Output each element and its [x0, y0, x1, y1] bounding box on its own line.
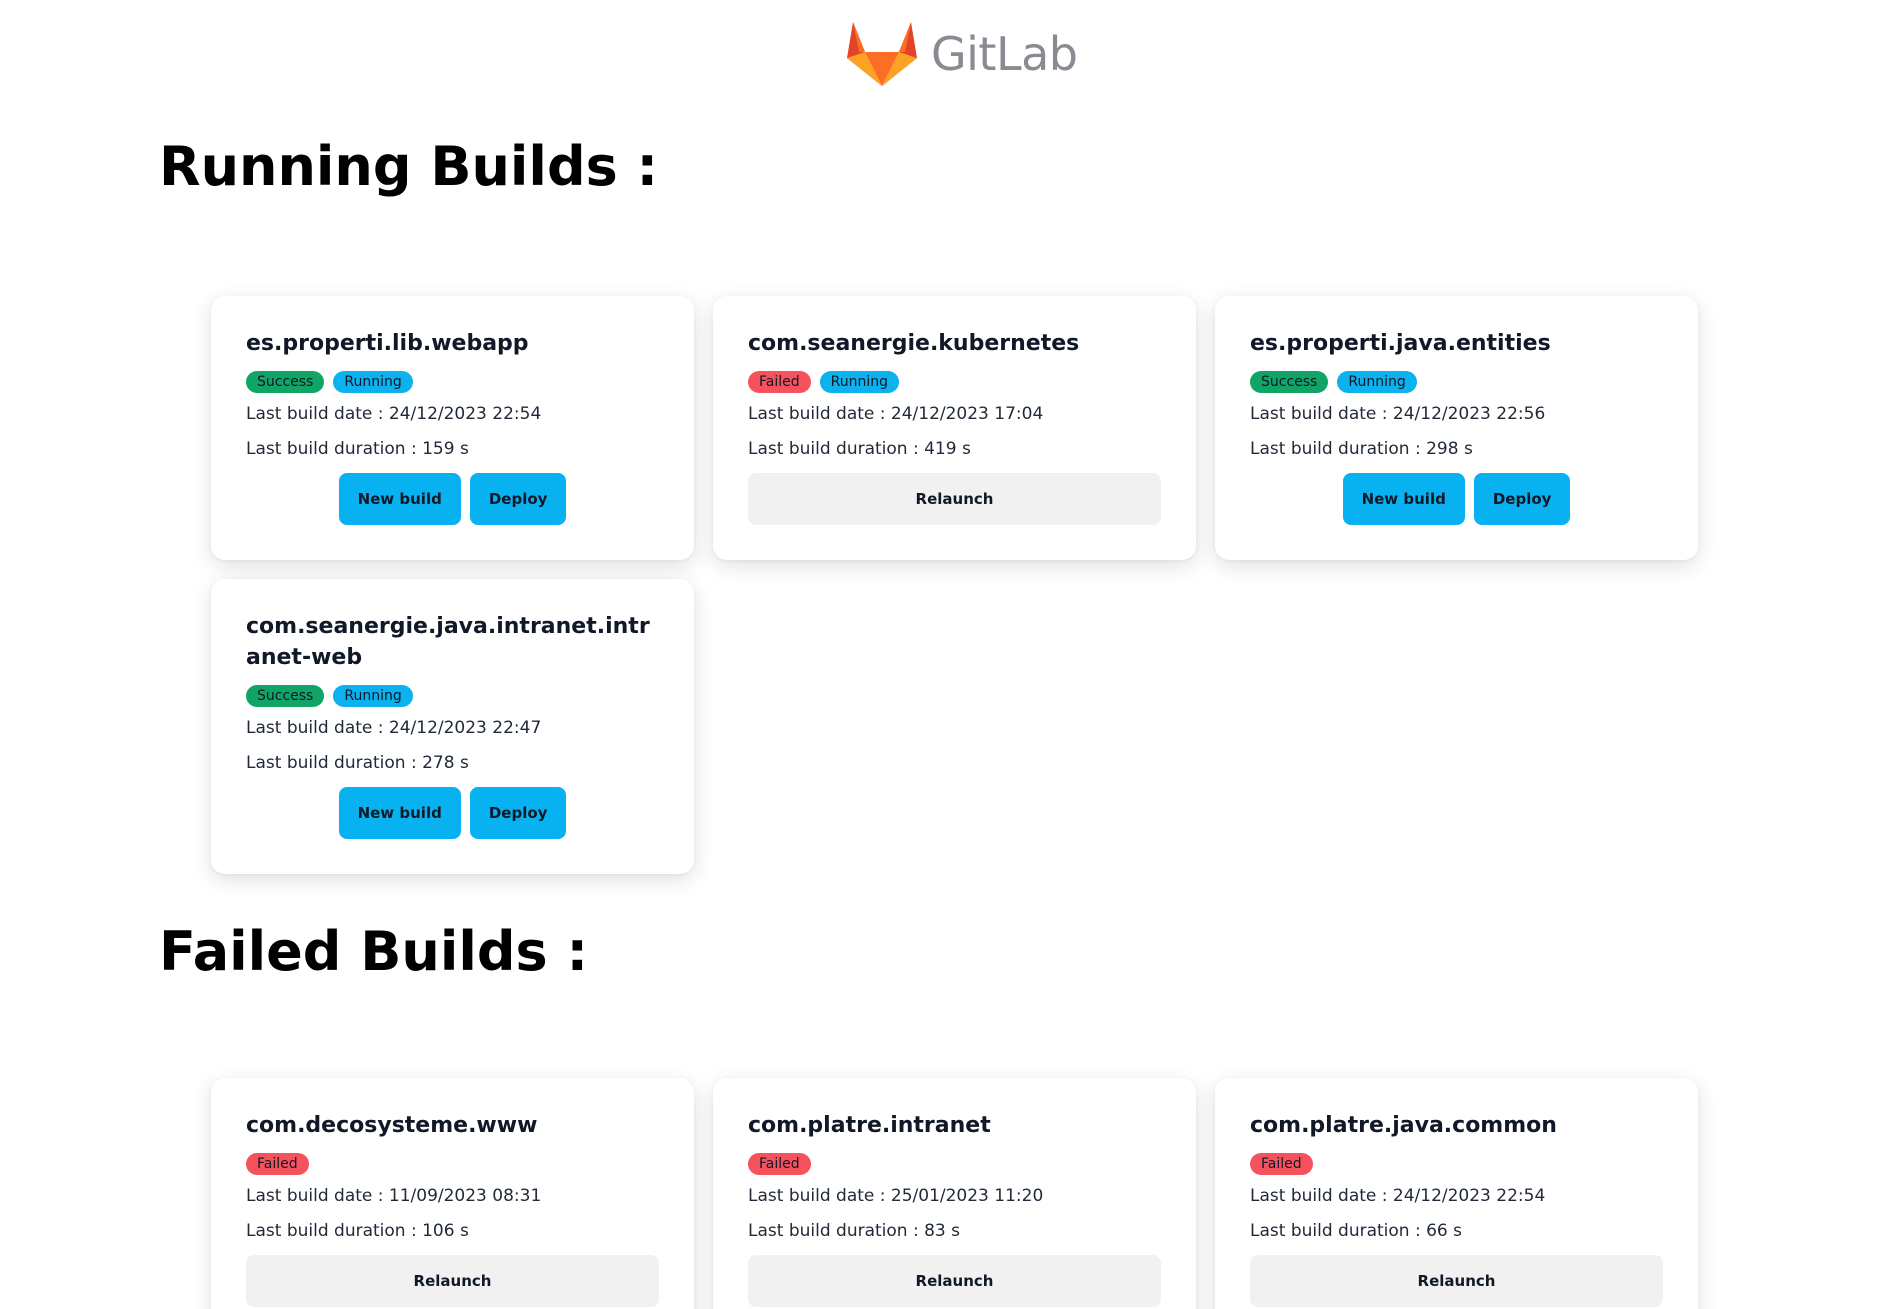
build-name: com.platre.intranet [748, 1113, 991, 1138]
build-name: com.platre.java.common [1250, 1113, 1557, 1138]
build-card: com.platre.java.common Failed Last build… [1215, 1078, 1698, 1309]
status-badges: Success Running [246, 371, 659, 393]
last-build-date: Last build date : 24/12/2023 17:04 [748, 404, 1044, 424]
new-build-button[interactable]: New build [338, 787, 461, 839]
last-build-duration: Last build duration : 106 s [246, 1221, 469, 1241]
last-build-date: Last build date : 24/12/2023 22:56 [1250, 404, 1546, 424]
new-build-button[interactable]: New build [1342, 473, 1465, 525]
failed-badge: Failed [1250, 1153, 1313, 1175]
card-actions: New build Deploy [246, 787, 659, 839]
running-badge: Running [333, 371, 413, 393]
relaunch-button[interactable]: Relaunch [748, 473, 1161, 525]
relaunch-button[interactable]: Relaunch [748, 1255, 1161, 1307]
gitlab-logo[interactable]: GitLab [843, 18, 1078, 88]
running-badge: Running [819, 371, 900, 393]
build-card: es.properti.java.entities Success Runnin… [1215, 296, 1698, 560]
success-badge: Success [1250, 371, 1329, 393]
status-badges: Failed [748, 1153, 1161, 1175]
gitlab-tanuki-icon [847, 22, 917, 86]
card-actions: New build Deploy [246, 473, 659, 525]
last-build-date: Last build date : 24/12/2023 22:54 [1250, 1186, 1546, 1206]
deploy-button[interactable]: Deploy [469, 787, 567, 839]
last-build-date: Last build date : 11/09/2023 08:31 [246, 1186, 542, 1206]
failed-badge: Failed [748, 1153, 811, 1175]
build-name: es.properti.java.entities [1250, 331, 1551, 356]
build-name: com.seanergie.kubernetes [748, 331, 1080, 356]
running-builds-title: Running Builds : [159, 135, 659, 198]
build-card: com.seanergie.kubernetes Failed Running … [713, 296, 1196, 560]
failed-builds-title: Failed Builds : [159, 920, 589, 983]
running-badge: Running [333, 685, 413, 707]
dashboard-page: GitLab Running Builds : es.properti.lib.… [0, 0, 1898, 1309]
last-build-date: Last build date : 25/01/2023 11:20 [748, 1186, 1044, 1206]
deploy-button[interactable]: Deploy [1473, 473, 1571, 525]
running-builds-grid: es.properti.lib.webapp Success Running L… [211, 296, 1698, 874]
status-badges: Failed [1250, 1153, 1663, 1175]
last-build-duration: Last build duration : 159 s [246, 439, 469, 459]
last-build-duration: Last build duration : 66 s [1250, 1221, 1462, 1241]
build-name: com.seanergie.java.intranet.intranet-web [246, 614, 650, 670]
status-badges: Success Running [1250, 371, 1663, 393]
card-actions: Relaunch [748, 473, 1161, 525]
card-actions: Relaunch [1250, 1255, 1663, 1307]
build-card: com.seanergie.java.intranet.intranet-web… [211, 579, 694, 874]
card-actions: Relaunch [748, 1255, 1161, 1307]
last-build-duration: Last build duration : 278 s [246, 753, 469, 773]
failed-badge: Failed [246, 1153, 309, 1175]
status-badges: Failed Running [748, 371, 1161, 393]
logo-text: GitLab [931, 27, 1078, 81]
build-name: es.properti.lib.webapp [246, 331, 529, 356]
relaunch-button[interactable]: Relaunch [1250, 1255, 1663, 1307]
last-build-date: Last build date : 24/12/2023 22:54 [246, 404, 542, 424]
running-badge: Running [1337, 371, 1417, 393]
relaunch-button[interactable]: Relaunch [246, 1255, 659, 1307]
last-build-duration: Last build duration : 419 s [748, 439, 971, 459]
last-build-duration: Last build duration : 83 s [748, 1221, 960, 1241]
last-build-date: Last build date : 24/12/2023 22:47 [246, 718, 542, 738]
last-build-duration: Last build duration : 298 s [1250, 439, 1473, 459]
success-badge: Success [246, 371, 325, 393]
failed-badge: Failed [748, 371, 811, 393]
status-badges: Failed [246, 1153, 659, 1175]
new-build-button[interactable]: New build [338, 473, 461, 525]
success-badge: Success [246, 685, 325, 707]
failed-builds-grid: com.decosysteme.www Failed Last build da… [211, 1078, 1698, 1309]
build-name: com.decosysteme.www [246, 1113, 538, 1138]
build-card: com.platre.intranet Failed Last build da… [713, 1078, 1196, 1309]
card-actions: New build Deploy [1250, 473, 1663, 525]
deploy-button[interactable]: Deploy [469, 473, 567, 525]
status-badges: Success Running [246, 685, 659, 707]
build-card: com.decosysteme.www Failed Last build da… [211, 1078, 694, 1309]
build-card: es.properti.lib.webapp Success Running L… [211, 296, 694, 560]
card-actions: Relaunch [246, 1255, 659, 1307]
